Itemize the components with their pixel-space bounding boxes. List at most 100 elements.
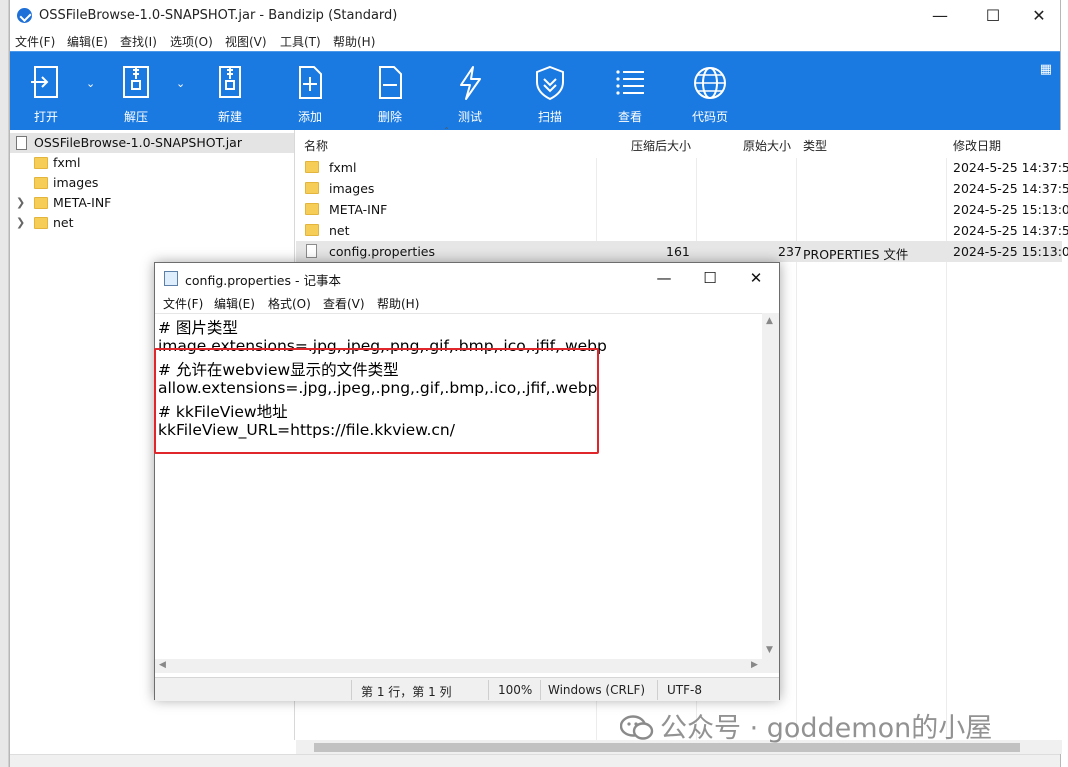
- list-item[interactable]: fxml 2024-5-25 14:37:54: [296, 157, 1068, 178]
- view-button[interactable]: 查看: [602, 52, 658, 131]
- scroll-up-icon[interactable]: ▲: [766, 316, 773, 326]
- item-compressed: 161: [666, 244, 690, 259]
- delete-label: 删除: [377, 110, 402, 124]
- item-modified: 2024-5-25 14:37:54: [953, 181, 1068, 196]
- folder-icon: [34, 217, 48, 229]
- scroll-right-icon[interactable]: ▶: [751, 660, 758, 670]
- folder-icon: [305, 161, 319, 173]
- zoom-level: 100%: [498, 683, 533, 697]
- tree-item-meta-inf[interactable]: ❯ META-INF: [10, 193, 294, 213]
- notepad-maximize-button[interactable]: ☐: [687, 263, 733, 293]
- tree-item-fxml[interactable]: fxml: [10, 153, 294, 173]
- close-button[interactable]: ✕: [1016, 0, 1062, 31]
- column-modified[interactable]: 修改日期: [953, 137, 1001, 154]
- list-view-icon: [616, 70, 644, 95]
- screen: OSSFileBrowse-1.0-SNAPSHOT.jar - Bandizi…: [0, 0, 1068, 767]
- menu-options[interactable]: 选项(O): [170, 33, 213, 50]
- column-name[interactable]: 名称: [304, 137, 328, 154]
- status-divider: [657, 680, 658, 700]
- status-divider: [351, 680, 352, 700]
- menu-edit[interactable]: 编辑(E): [67, 33, 108, 50]
- tree-item-images[interactable]: images: [10, 173, 294, 193]
- folder-icon: [305, 203, 319, 215]
- menu-view[interactable]: 视图(V): [225, 33, 267, 50]
- minimize-button[interactable]: —: [917, 0, 963, 31]
- delete-button[interactable]: 删除: [362, 52, 418, 131]
- codepage-button[interactable]: 代码页: [682, 52, 738, 131]
- np-menu-help[interactable]: 帮助(H): [377, 295, 419, 312]
- column-type[interactable]: 类型: [803, 137, 827, 154]
- view-label: 查看: [617, 110, 642, 124]
- menu-file[interactable]: 文件(F): [15, 33, 55, 50]
- list-item[interactable]: images 2024-5-25 14:37:54: [296, 178, 1068, 199]
- extract-icon: [123, 66, 149, 98]
- test-button[interactable]: 测试: [442, 52, 498, 131]
- item-name: META-INF: [329, 202, 388, 217]
- open-button[interactable]: 打开: [18, 52, 74, 131]
- file-icon: [306, 244, 317, 258]
- sort-arrow-icon: ˆ: [444, 127, 449, 138]
- status-divider: [488, 680, 489, 700]
- new-button[interactable]: 新建: [202, 52, 258, 131]
- tree-item-label: META-INF: [53, 195, 112, 210]
- background-window-edge: [0, 0, 9, 767]
- extract-label: 解压: [123, 110, 148, 124]
- item-name: images: [329, 181, 375, 196]
- folder-icon: [34, 177, 48, 189]
- notepad-title-bar: config.properties - 记事本 — ☐ ✕: [155, 263, 779, 293]
- extract-button[interactable]: 解压: [108, 52, 164, 131]
- tree-item-label: net: [53, 215, 74, 230]
- window-title: OSSFileBrowse-1.0-SNAPSHOT.jar - Bandizi…: [39, 8, 398, 23]
- scroll-down-icon[interactable]: ▼: [766, 645, 773, 655]
- np-menu-edit[interactable]: 编辑(E): [214, 295, 255, 312]
- np-menu-view[interactable]: 查看(V): [323, 295, 365, 312]
- notepad-horizontal-scrollbar[interactable]: ◀ ▶: [155, 659, 764, 673]
- maximize-button[interactable]: ☐: [970, 0, 1016, 31]
- highlight-annotation-box: [154, 348, 599, 454]
- list-item[interactable]: net 2024-5-25 14:37:56: [296, 220, 1068, 241]
- add-label: 添加: [297, 110, 322, 124]
- layout-grid-icon[interactable]: ▦: [1040, 62, 1052, 77]
- item-modified: 2024-5-25 14:37:54: [953, 160, 1068, 175]
- notepad-title: config.properties - 记事本: [185, 273, 341, 288]
- item-type: PROPERTIES 文件: [803, 247, 909, 262]
- extract-dropdown-icon[interactable]: ⌄: [176, 77, 185, 90]
- notepad-window: config.properties - 记事本 — ☐ ✕ 文件(F) 编辑(E…: [154, 262, 780, 701]
- list-item[interactable]: META-INF 2024-5-25 15:13:08: [296, 199, 1068, 220]
- shield-icon: [536, 65, 564, 101]
- scroll-left-icon[interactable]: ◀: [159, 660, 166, 670]
- folder-icon: [34, 157, 48, 169]
- column-original[interactable]: 原始大小: [743, 137, 791, 154]
- notepad-menu-bar: 文件(F) 编辑(E) 格式(O) 查看(V) 帮助(H): [155, 293, 779, 313]
- menu-help[interactable]: 帮助(H): [333, 33, 375, 50]
- chevron-right-icon[interactable]: ❯: [16, 216, 25, 229]
- title-bar: OSSFileBrowse-1.0-SNAPSHOT.jar - Bandizi…: [10, 0, 1060, 31]
- np-menu-format[interactable]: 格式(O): [268, 295, 311, 312]
- np-menu-file[interactable]: 文件(F): [163, 295, 203, 312]
- new-archive-icon: [219, 66, 241, 98]
- list-item-selected[interactable]: config.properties 161 237 PROPERTIES 文件 …: [296, 241, 1068, 262]
- open-label: 打开: [33, 110, 58, 124]
- folder-icon: [305, 224, 319, 236]
- tree-root-label: OSSFileBrowse-1.0-SNAPSHOT.jar: [34, 135, 242, 150]
- codepage-label: 代码页: [691, 110, 728, 124]
- encoding: UTF-8: [667, 683, 702, 697]
- notepad-minimize-button[interactable]: —: [641, 263, 687, 293]
- scan-button[interactable]: 扫描: [522, 52, 578, 131]
- chevron-right-icon[interactable]: ❯: [16, 196, 25, 209]
- open-dropdown-icon[interactable]: ⌄: [86, 77, 95, 90]
- jar-file-icon: [16, 136, 27, 150]
- tree-root[interactable]: OSSFileBrowse-1.0-SNAPSHOT.jar: [10, 133, 294, 153]
- menu-find[interactable]: 查找(I): [120, 33, 157, 50]
- menu-tools[interactable]: 工具(T): [280, 33, 321, 50]
- notepad-vertical-scrollbar[interactable]: ▲ ▼: [762, 313, 779, 673]
- add-icon: [299, 66, 322, 99]
- tree-item-net[interactable]: ❯ net: [10, 213, 294, 233]
- toolbar: 打开 ⌄ 解压 ⌄ 新建 添加 删除 测试 扫描 查看 代码页 ▦: [10, 51, 1060, 130]
- item-name: net: [329, 223, 350, 238]
- notepad-close-button[interactable]: ✕: [733, 263, 779, 293]
- column-compressed[interactable]: 压缩后大小: [631, 137, 691, 154]
- item-original: 237: [778, 244, 802, 259]
- item-name: config.properties: [329, 244, 436, 259]
- add-button[interactable]: 添加: [282, 52, 338, 131]
